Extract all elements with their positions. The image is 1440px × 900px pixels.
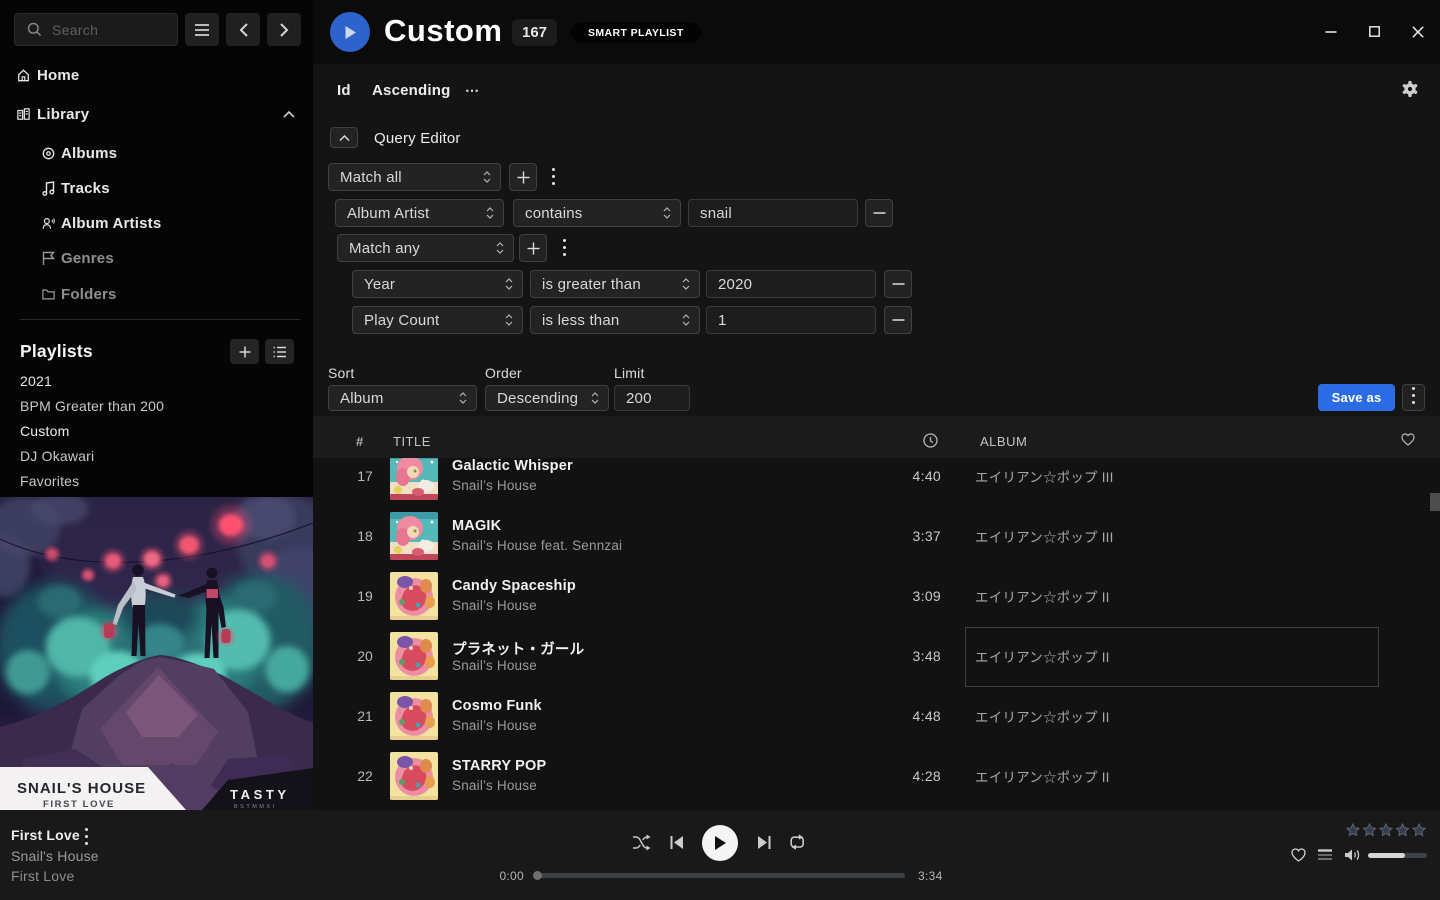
svg-text:SNAIL'S HOUSE: SNAIL'S HOUSE: [17, 780, 146, 797]
svg-text:FIRST LOVE: FIRST LOVE: [43, 799, 115, 810]
svg-text:TASTY: TASTY: [230, 787, 290, 802]
